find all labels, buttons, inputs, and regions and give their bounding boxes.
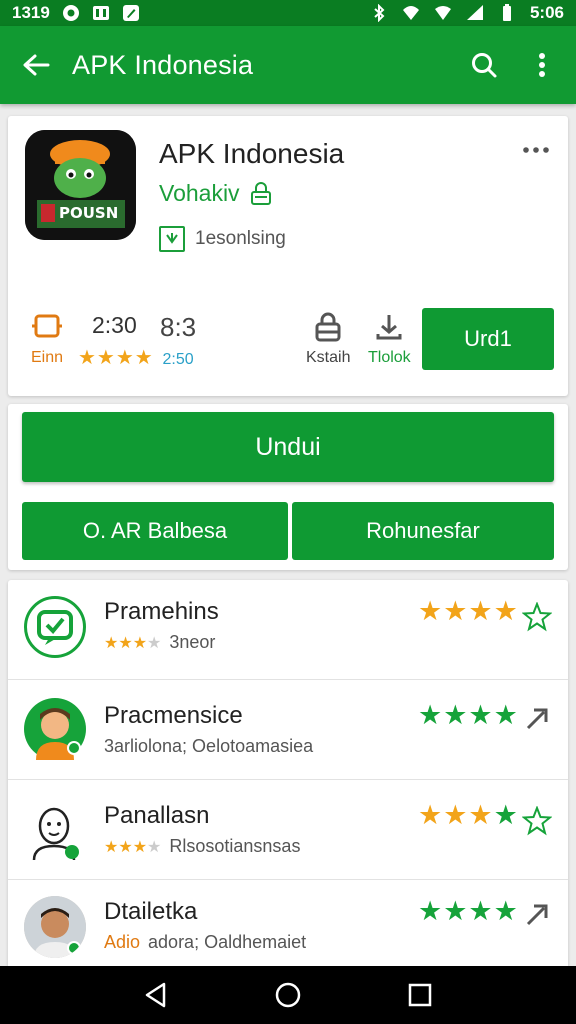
nav-back-button[interactable] [136, 975, 176, 1015]
device-icon [32, 314, 62, 338]
reviewer-subtitle-text: 3neor [169, 632, 216, 652]
more-horizontal-icon [523, 147, 549, 153]
app-category: 1esonlsing [159, 226, 286, 252]
secondary-left-button[interactable]: O. AR Balbesa [22, 502, 288, 560]
avatar [24, 800, 86, 862]
stat-a: Einn [30, 312, 64, 367]
reviewer-subtitle: ★★★★ Rlsosotiansnsas [104, 836, 300, 857]
circle-home-icon [275, 982, 301, 1008]
share-icon[interactable] [522, 704, 552, 734]
app-detail-card: POUSN APK Indonesia Vohakiv 1esonlsing E… [8, 116, 568, 396]
app-more-button[interactable] [522, 140, 550, 160]
list-item[interactable]: Pramehins ★★★★ 3neor ★★★★ [8, 580, 568, 680]
status-time-right: 5:06 [529, 3, 564, 22]
review-stars: ★★★★ [418, 700, 519, 730]
person-photo-icon [24, 896, 86, 958]
app-icon-text: POUSN [59, 204, 119, 222]
stat-c: Kstaih [306, 312, 350, 367]
nav-recents-button[interactable] [400, 975, 440, 1015]
download-icon [376, 315, 402, 340]
app-bar-title: APK Indonesia [72, 49, 254, 80]
stat-b-value: 8:3 [160, 312, 197, 342]
reviewer-name: Pracmensice [104, 702, 243, 729]
review-stars: ★★★★ [418, 800, 519, 830]
stat-b: 8:3 2:50 [160, 312, 196, 369]
notification-grid-icon [92, 6, 109, 20]
stat-rating: 2:30 ★★★★ [78, 312, 154, 370]
list-item[interactable]: Dtailetka Adio adora; Oaldhemaiet ★★★★ [8, 880, 568, 966]
nav-home-button[interactable] [268, 975, 308, 1015]
share-icon[interactable] [522, 900, 552, 930]
category-label: 1esonlsing [195, 228, 286, 249]
stat-c-label: Kstaih [306, 349, 351, 366]
list-item[interactable]: Panallasn ★★★★ Rlsosotiansnsas ★★★★ [8, 780, 568, 880]
notification-pencil-icon [122, 5, 139, 21]
chat-check-icon [37, 610, 73, 645]
stat-b-label: 2:50 [162, 351, 194, 368]
reviewer-subtitle: 3arliolona; Oelotoamasiea [104, 736, 314, 756]
category-icon [159, 226, 185, 252]
stat-a-value: 2:30 [92, 312, 137, 338]
download-button[interactable]: Undui [22, 412, 554, 482]
reviewer-name: Panallasn [104, 802, 210, 829]
more-vertical-icon [539, 53, 545, 77]
install-button-small[interactable]: Urd1 [422, 308, 554, 370]
actions-card: Undui O. AR Balbesa Rohunesfar [8, 404, 568, 570]
status-time-left: 1319 [12, 3, 50, 22]
reviewer-name: Pramehins [104, 598, 219, 625]
square-recents-icon [408, 983, 432, 1007]
search-icon [472, 53, 497, 78]
reviewer-subtitle: Adio adora; Oaldhemaiet [104, 932, 306, 953]
list-item[interactable]: Pracmensice 3arliolona; Oelotoamasiea ★★… [8, 680, 568, 780]
signal-icon [402, 6, 419, 20]
stat-a-label: Einn [30, 349, 64, 366]
stat-d: Tlolok [368, 312, 411, 367]
reviewer-subtitle-accent: Adio [104, 932, 141, 952]
reviewer-name: Dtailetka [104, 898, 198, 925]
bluetooth-icon [374, 4, 385, 22]
notification-circle-icon [62, 5, 79, 21]
system-nav-bar [0, 966, 576, 1024]
star-outline-icon[interactable] [522, 806, 552, 836]
overflow-menu-button[interactable] [522, 45, 562, 85]
secondary-right-button[interactable]: Rohunesfar [292, 502, 554, 560]
person-avatar-icon [36, 708, 81, 760]
review-stars: ★★★★ [418, 896, 519, 926]
battery-icon [502, 4, 511, 21]
app-icon: POUSN [25, 130, 136, 240]
cell-signal-icon [466, 5, 483, 20]
avatar [24, 698, 86, 760]
wifi-icon [434, 6, 451, 20]
reviewer-subtitle: ★★★★ 3neor [104, 632, 215, 653]
developer-name: Vohakiv [159, 180, 240, 206]
rating-stars: ★★★★ [78, 347, 154, 369]
review-stars: ★★★★ [418, 596, 519, 626]
padlock-icon [315, 312, 341, 342]
star-outline-icon[interactable] [522, 602, 552, 632]
lock-icon [250, 181, 271, 205]
search-button[interactable] [464, 45, 504, 85]
triangle-back-icon [145, 982, 166, 1008]
person-outline-icon [32, 807, 79, 861]
reviewer-subtitle-text: Rlsosotiansnsas [169, 836, 301, 856]
reviewer-subtitle-text: adora; Oaldhemaiet [148, 932, 307, 952]
small-stars: ★★★★ [104, 634, 162, 652]
stat-d-label: Tlolok [368, 349, 411, 366]
app-developer[interactable]: Vohakiv [159, 180, 272, 207]
small-stars: ★★★★ [104, 838, 162, 856]
mascot-icon [25, 130, 136, 240]
app-bar: APK Indonesia [0, 26, 576, 104]
app-name: APK Indonesia [159, 138, 345, 169]
arrow-left-icon [23, 54, 50, 76]
avatar [24, 596, 86, 658]
avatar [24, 896, 86, 958]
status-bar: 1319 5:06 [0, 0, 576, 26]
review-list: Pramehins ★★★★ 3neor ★★★★ Pracmensice 3a… [8, 580, 568, 966]
back-button[interactable] [16, 45, 56, 85]
